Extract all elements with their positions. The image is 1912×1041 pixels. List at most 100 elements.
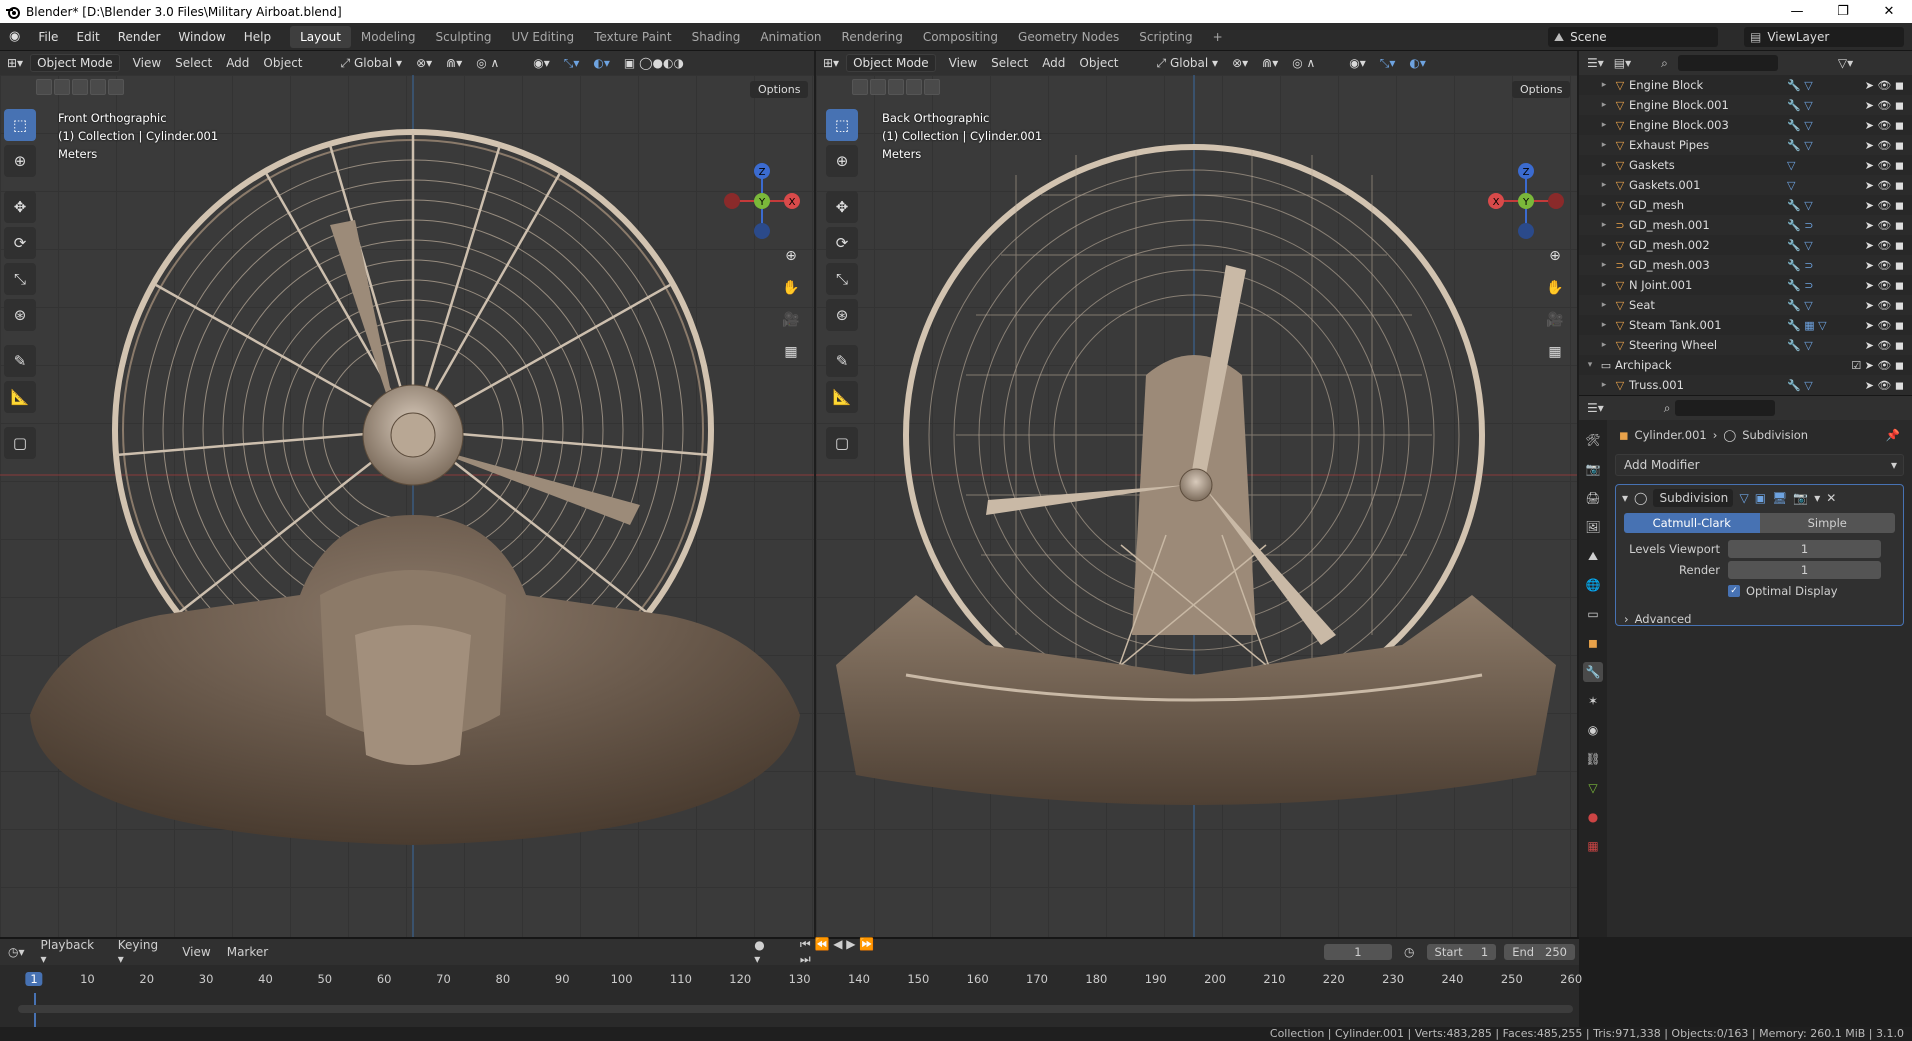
annotate-tool-icon[interactable]: ✎ (826, 345, 858, 377)
mode-dropdown[interactable]: Object Mode (846, 54, 936, 72)
select-mode-buttons[interactable] (852, 79, 940, 95)
orientation-dropdown[interactable]: ⤢ Global ▾ (334, 56, 410, 71)
outliner-item[interactable]: ▸ ▽ Engine Block.003 🔧 ▽ ➤ 👁 ◼ (1579, 115, 1912, 135)
camera-icon[interactable]: 🎥 (778, 307, 804, 333)
tab-rendering[interactable]: Rendering (832, 26, 913, 48)
editmode-toggle-icon[interactable]: ▽ (1739, 491, 1748, 505)
end-frame-field[interactable]: End 250 (1504, 944, 1575, 960)
gizmo-toggle-icon[interactable]: ⤡▾ (557, 56, 587, 71)
menu-add[interactable]: Add (1035, 56, 1072, 70)
transform-tool-icon[interactable]: ⊛ (826, 299, 858, 331)
timeline-scrollbar[interactable] (18, 1005, 1573, 1013)
options-button[interactable]: Options (750, 81, 809, 98)
outliner-item[interactable]: ▸ ⊃ GD_mesh.001 🔧 ⊃ ➤ 👁 ◼ (1579, 215, 1912, 235)
editor-type-icon[interactable]: ◷▾ (0, 945, 33, 959)
advanced-row[interactable]: › Advanced (1624, 609, 1895, 629)
menu-window[interactable]: Window (169, 30, 234, 44)
record-button[interactable]: ● ▾ (746, 938, 782, 966)
menu-help[interactable]: Help (235, 30, 280, 44)
outliner-item[interactable]: ▸ ▽ Truss.001 🔧 ▽ ➤ 👁 ◼ (1579, 375, 1912, 395)
outliner-item[interactable]: ▸ ▽ Seat 🔧 ▽ ➤ 👁 ◼ (1579, 295, 1912, 315)
menu-add[interactable]: Add (219, 56, 256, 70)
menu-object[interactable]: Object (256, 56, 309, 70)
menu-select[interactable]: Select (984, 56, 1035, 70)
display-mode-icon[interactable]: ▤▾ (1614, 56, 1631, 70)
remove-modifier-icon[interactable]: ✕ (1826, 491, 1836, 505)
dropdown-icon[interactable]: ▾ (1814, 491, 1820, 505)
menu-object[interactable]: Object (1072, 56, 1125, 70)
pivot-icon[interactable]: ⊗▾ (1225, 56, 1255, 70)
constraints-tab-icon[interactable]: ⛓ (1583, 749, 1603, 769)
viewlayer-selector[interactable]: ▤ ViewLayer (1744, 27, 1904, 47)
grid-view-icon[interactable]: ▦ (778, 339, 804, 365)
visibility-toggles[interactable]: ➤ 👁 ◼ (1865, 159, 1904, 172)
visibility-toggles[interactable]: ➤ 👁 ◼ (1865, 279, 1904, 292)
visibility-toggles[interactable]: ➤ 👁 ◼ (1865, 139, 1904, 152)
visibility-toggles[interactable]: ➤ 👁 ◼ (1865, 99, 1904, 112)
cursor-tool-icon[interactable]: ⊕ (4, 145, 36, 177)
visibility-toggles[interactable]: ➤ 👁 ◼ (1865, 259, 1904, 272)
menu-select[interactable]: Select (168, 56, 219, 70)
editor-type-icon[interactable]: ☰▾ (1587, 56, 1604, 70)
render-toggle-icon[interactable]: 📷 (1793, 491, 1808, 505)
navigation-gizmo[interactable]: Z X Y (722, 159, 802, 239)
frame-ruler[interactable]: 1 10 20 30 40 50 60 70 80 90 100 110 120 130 140 150 160… (0, 969, 1582, 991)
tab-sculpting[interactable]: Sculpting (426, 26, 502, 48)
menu-playback[interactable]: Playback ▾ (33, 938, 110, 966)
orientation-dropdown[interactable]: ⤢ Global ▾ (1150, 56, 1226, 71)
tab-shading[interactable]: Shading (682, 26, 751, 48)
physics-tab-icon[interactable]: ◉ (1583, 720, 1603, 740)
tab-scripting[interactable]: Scripting (1129, 26, 1202, 48)
zoom-icon[interactable]: ⊕ (778, 243, 804, 269)
select-tool-icon[interactable]: ⬚ (826, 109, 858, 141)
measure-tool-icon[interactable]: 📐 (826, 381, 858, 413)
pivot-icon[interactable]: ⊗▾ (409, 56, 439, 70)
outliner-item[interactable]: ▸ ▽ Gaskets ▽ ➤ 👁 ◼ (1579, 155, 1912, 175)
simple-option[interactable]: Simple (1759, 513, 1895, 533)
overlay-toggle-icon[interactable]: ◐▾ (586, 56, 617, 70)
zoom-icon[interactable]: ⊕ (1542, 243, 1568, 269)
visibility-toggles[interactable]: ➤ 👁 ◼ (1865, 239, 1904, 252)
rotate-tool-icon[interactable]: ⟳ (4, 227, 36, 259)
visibility-toggles[interactable]: ➤ 👁 ◼ (1865, 299, 1904, 312)
tool-tab-icon[interactable]: 🛠 (1583, 430, 1603, 450)
viewport-toggle-icon[interactable]: 🖥 (1772, 491, 1787, 505)
outliner-item[interactable]: ▸ ▽ Gaskets.001 ▽ ➤ 👁 ◼ (1579, 175, 1912, 195)
tab-uv-editing[interactable]: UV Editing (502, 26, 585, 48)
tab-compositing[interactable]: Compositing (913, 26, 1008, 48)
move-tool-icon[interactable]: ✥ (4, 191, 36, 223)
outliner-item[interactable]: ▸ ▽ Exhaust Pipes 🔧 ▽ ➤ 👁 ◼ (1579, 135, 1912, 155)
outliner-item[interactable]: ▸ ▽ GD_mesh 🔧 ▽ ➤ 👁 ◼ (1579, 195, 1912, 215)
tab-animation[interactable]: Animation (750, 26, 831, 48)
outliner-item[interactable]: ▸ ▽ Engine Block.001 🔧 ▽ ➤ 👁 ◼ (1579, 95, 1912, 115)
viewport-back[interactable]: ⊞▾ Object Mode View Select Add Object ⤢ … (816, 51, 1577, 937)
add-cube-tool-icon[interactable]: ▢ (4, 427, 36, 459)
outliner-item[interactable]: ▸ ▽ N Joint.001 🔧 ⊃ ➤ 👁 ◼ (1579, 275, 1912, 295)
tab-layout[interactable]: Layout (290, 25, 351, 48)
add-cube-tool-icon[interactable]: ▢ (826, 427, 858, 459)
select-mode-buttons[interactable] (36, 79, 124, 95)
scene-tab-icon[interactable]: ⛰ (1583, 546, 1603, 566)
material-tab-icon[interactable]: ● (1583, 807, 1603, 827)
texture-tab-icon[interactable]: ▦ (1583, 836, 1603, 856)
visibility-toggles[interactable]: ➤ 👁 ◼ (1865, 199, 1904, 212)
playback-controls[interactable]: ⏮ ⏪ ◀ ▶ ⏩ ⏭ (792, 937, 894, 967)
navigation-gizmo[interactable]: Z X Y (1486, 159, 1566, 239)
catmull-clark-option[interactable]: Catmull-Clark (1624, 513, 1760, 533)
proportional-icon[interactable]: ◎ ∧ (1285, 56, 1322, 70)
minimize-button[interactable]: — (1774, 0, 1820, 23)
render-tab-icon[interactable]: 📷 (1583, 459, 1603, 479)
grid-view-icon[interactable]: ▦ (1542, 339, 1568, 365)
output-tab-icon[interactable]: 🖨 (1583, 488, 1603, 508)
menu-view[interactable]: View (942, 56, 984, 70)
annotate-tool-icon[interactable]: ✎ (4, 345, 36, 377)
outliner-item[interactable]: ▸ ▽ Steering Wheel 🔧 ▽ ➤ 👁 ◼ (1579, 335, 1912, 355)
menu-keying[interactable]: Keying ▾ (110, 938, 174, 966)
close-button[interactable]: ✕ (1866, 0, 1912, 23)
modifier-name-field[interactable]: Subdivision (1653, 489, 1734, 507)
menu-view[interactable]: View (174, 945, 218, 959)
scale-tool-icon[interactable]: ⤡ (826, 263, 858, 295)
start-frame-field[interactable]: Start 1 (1426, 944, 1497, 960)
outliner-item[interactable]: ▸ ⊃ GD_mesh.003 🔧 ⊃ ➤ 👁 ◼ (1579, 255, 1912, 275)
rotate-tool-icon[interactable]: ⟳ (826, 227, 858, 259)
